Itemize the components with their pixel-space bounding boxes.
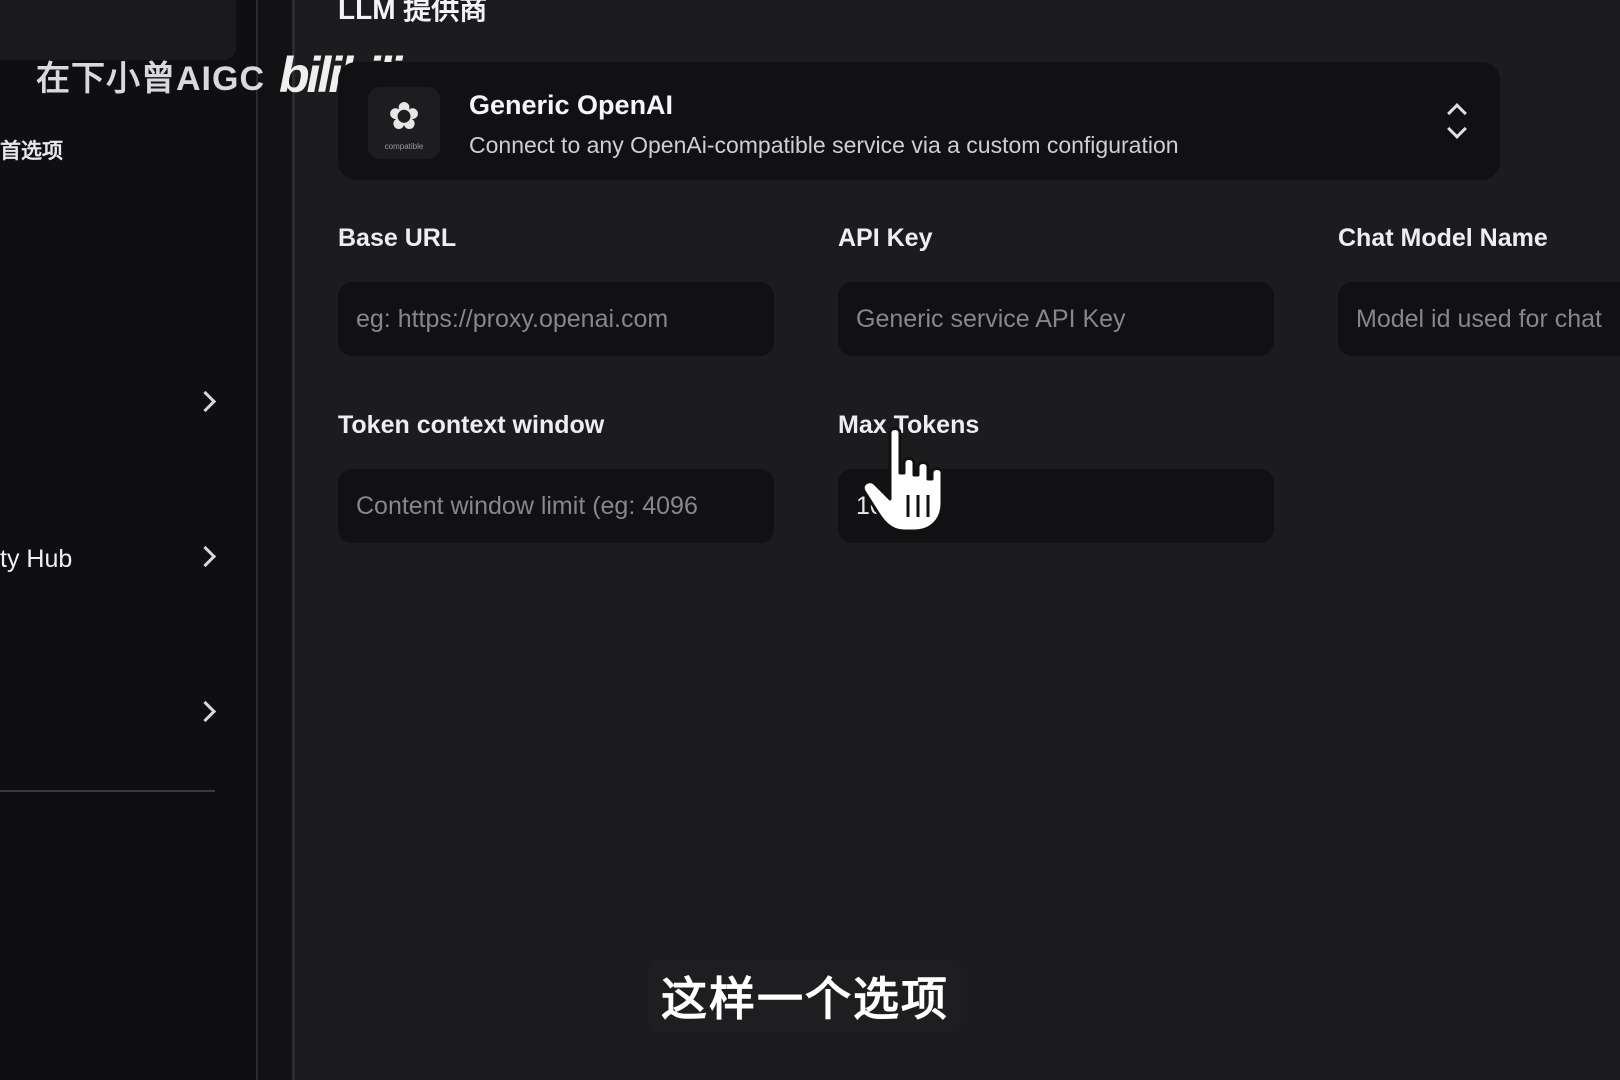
api-key-input[interactable]	[838, 282, 1274, 356]
video-subtitle: 这样一个选项	[649, 961, 961, 1031]
llm-provider-select[interactable]: ✿ compatible Generic OpenAI Connect to a…	[338, 62, 1500, 180]
chevron-right-icon	[194, 390, 217, 413]
sidebar: 首选项 ty Hub	[0, 0, 258, 1080]
sidebar-section-title: 首选项	[0, 140, 63, 163]
watermark-author: 在下小曾AIGC	[36, 59, 265, 98]
token-window-input[interactable]	[338, 469, 774, 543]
sidebar-item-1[interactable]	[0, 382, 236, 426]
chat-model-label: Chat Model Name	[1338, 224, 1548, 252]
sidebar-divider	[0, 790, 215, 792]
api-key-label: API Key	[838, 224, 933, 252]
hand-pointer-cursor-icon	[861, 427, 944, 533]
sidebar-item-3[interactable]	[0, 692, 236, 736]
token-window-label: Token context window	[338, 411, 605, 439]
chevron-right-icon	[194, 545, 217, 568]
provider-description: Connect to any OpenAi-compatible service…	[469, 132, 1179, 158]
page-title: LLM 提供商	[338, 0, 488, 25]
icon-caption: compatible	[384, 142, 424, 151]
base-url-label: Base URL	[338, 224, 457, 252]
sidebar-gutter	[258, 0, 295, 1080]
chevron-right-icon	[194, 700, 217, 723]
base-url-input[interactable]	[338, 282, 774, 356]
openai-logo-icon: ✿ compatible	[368, 87, 440, 159]
chevron-up-down-icon[interactable]	[1444, 100, 1468, 142]
provider-name: Generic OpenAI	[469, 90, 674, 120]
sidebar-item-label: ty Hub	[0, 545, 73, 573]
settings-main: LLM 提供商 ✿ compatible Generic OpenAI Conn…	[295, 0, 1620, 1080]
chat-model-input[interactable]	[1338, 282, 1620, 356]
sidebar-item-community-hub[interactable]: ty Hub	[0, 537, 236, 581]
